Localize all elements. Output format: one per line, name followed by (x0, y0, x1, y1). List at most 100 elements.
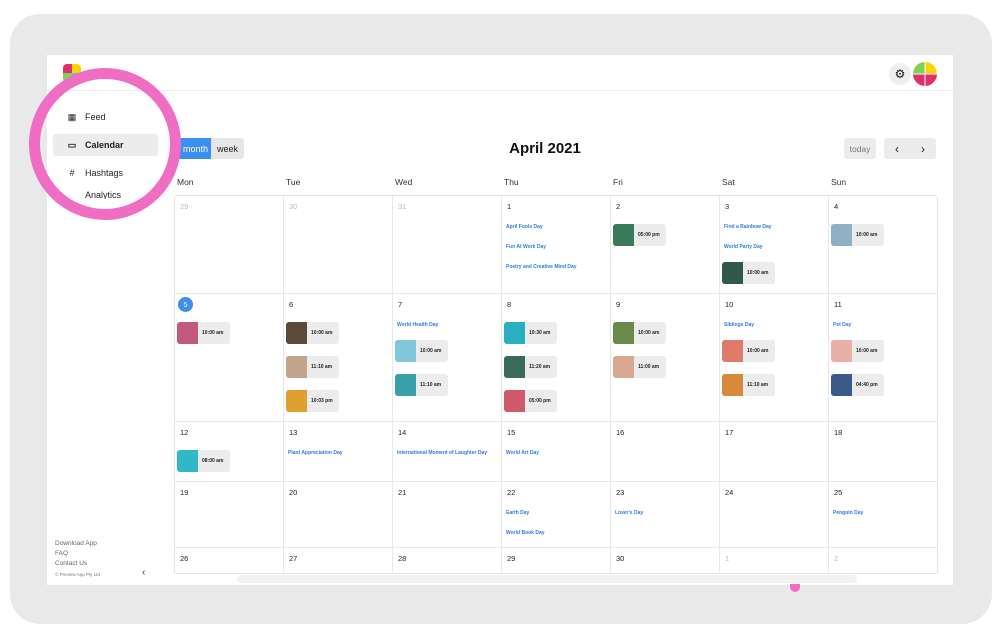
calendar-day-cell[interactable]: 27 (284, 548, 393, 573)
calendar-day-cell[interactable]: 4 10:00 am (829, 196, 937, 294)
calendar-day-cell[interactable]: 25 Penguin Day (829, 482, 937, 548)
post-time: 10:00 am (311, 330, 333, 336)
scheduled-post[interactable]: 10:00 am (395, 340, 448, 362)
calendar-day-cell[interactable]: 1 April Fools Day Fun At Work Day Poetry an… (502, 196, 611, 294)
post-time: 10:00 am (638, 330, 660, 336)
download-app-link[interactable]: Download App (55, 540, 97, 547)
calendar-day-cell[interactable]: 13 Plant Appreciation Day (284, 422, 393, 482)
scheduled-post[interactable]: 04:40 pm (831, 374, 884, 396)
calendar-day-cell[interactable]: 15 World Art Day (502, 422, 611, 482)
day-number: 22 (507, 488, 516, 497)
calendar-day-cell[interactable]: 24 (720, 482, 829, 548)
calendar-day-cell[interactable]: 16 (611, 422, 720, 482)
scheduled-post[interactable]: 10:00 am (613, 322, 666, 344)
calendar-day-cell[interactable]: 3 Find a Rainbow Day World Party Day 10:00 … (720, 196, 829, 294)
calendar-day-cell[interactable]: 26 (175, 548, 284, 573)
holiday-event-label[interactable]: Plant Appreciation Day (288, 450, 343, 456)
calendar-day-cell[interactable]: 8 10:30 am 11:20 am 05:00 pm (502, 294, 611, 422)
holiday-event-label[interactable]: International Moment of Laughter Day (397, 450, 487, 456)
post-time: 10:30 am (529, 330, 551, 336)
holiday-event-label[interactable]: Earth Day (506, 510, 529, 516)
calendar-day-cell[interactable]: 20 (284, 482, 393, 548)
holiday-event-label[interactable]: Poetry and Creative Mind Day (506, 264, 577, 270)
calendar-day-cell[interactable]: 9 10:00 am 11:00 am (611, 294, 720, 422)
scheduled-post[interactable]: 11:00 am (613, 356, 666, 378)
day-number: 23 (616, 488, 625, 497)
holiday-event-label[interactable]: World Art Day (506, 450, 539, 456)
calendar-day-cell[interactable]: 2 (829, 548, 937, 573)
chevron-right-icon[interactable]: › (910, 138, 936, 159)
calendar-day-cell[interactable]: 12 08:00 am (175, 422, 284, 482)
holiday-event-label[interactable]: Penguin Day (833, 510, 863, 516)
faq-link[interactable]: FAQ (55, 550, 68, 557)
post-thumbnail (395, 340, 416, 362)
post-time: 05:00 pm (638, 232, 660, 238)
post-time: 10:00 am (747, 270, 769, 276)
holiday-event-label[interactable]: Siblings Day (724, 322, 754, 328)
day-number: 6 (289, 300, 294, 309)
scheduled-post[interactable]: 08:00 am (177, 450, 230, 472)
holiday-event-label[interactable]: World Book Day (506, 530, 545, 536)
day-number: 30 (616, 554, 625, 563)
scheduled-post[interactable]: 10:00 am (831, 224, 884, 246)
scheduled-post[interactable]: 10:30 am (504, 322, 557, 344)
calendar-day-cell[interactable]: 23 Lover's Day (611, 482, 720, 548)
holiday-event-label[interactable]: April Fools Day (506, 224, 543, 230)
day-number: 26 (180, 554, 189, 563)
holiday-event-label[interactable]: Find a Rainbow Day (724, 224, 772, 230)
day-number: 31 (398, 202, 407, 211)
scheduled-post[interactable]: 10:00 am (286, 322, 339, 344)
calendar-day-cell[interactable]: 19 (175, 482, 284, 548)
calendar-day-cell[interactable]: 5 10:00 am (175, 294, 284, 422)
scheduled-post[interactable]: 11:10 am (722, 374, 775, 396)
calendar-day-cell[interactable]: 21 (393, 482, 502, 548)
today-button[interactable]: today (844, 138, 876, 159)
copyright-text: © Preview App Pty Ltd (55, 572, 100, 577)
scheduled-post[interactable]: 05:00 pm (613, 224, 666, 246)
calendar-day-cell[interactable]: 11 Pet Day 10:00 am 04:40 pm (829, 294, 937, 422)
calendar-day-cell[interactable]: 2 05:00 pm (611, 196, 720, 294)
chevron-left-icon[interactable]: ‹ (884, 138, 910, 159)
post-thumbnail (613, 224, 634, 246)
holiday-event-label[interactable]: Fun At Work Day (506, 244, 546, 250)
holiday-event-label[interactable]: Pet Day (833, 322, 851, 328)
calendar-day-cell[interactable]: 30 (611, 548, 720, 573)
calendar-day-cell[interactable]: 18 (829, 422, 937, 482)
calendar-day-cell[interactable]: 17 (720, 422, 829, 482)
scheduled-post[interactable]: 11:20 am (504, 356, 557, 378)
scheduled-post[interactable]: 10:00 am (722, 340, 775, 362)
calendar-day-cell[interactable]: 22 Earth Day World Book Day (502, 482, 611, 548)
calendar-day-cell[interactable]: 30 (284, 196, 393, 294)
scheduled-post[interactable]: 10:00 am (831, 340, 884, 362)
post-thumbnail (613, 356, 634, 378)
chevron-left-icon[interactable]: ‹ (142, 567, 145, 578)
calendar-day-cell[interactable]: 31 (393, 196, 502, 294)
holiday-event-label[interactable]: World Party Day (724, 244, 763, 250)
calendar-day-cell[interactable]: 6 10:00 am 11:10 am 10:03 pm (284, 294, 393, 422)
scheduled-post[interactable]: 11:10 am (286, 356, 339, 378)
calendar-day-cell[interactable]: 29 (502, 548, 611, 573)
post-time: 11:20 am (529, 364, 551, 370)
calendar-day-cell[interactable]: 10 Siblings Day 10:00 am 11:10 am (720, 294, 829, 422)
holiday-event-label[interactable]: Lover's Day (615, 510, 643, 516)
weekday-label: Mon (177, 177, 194, 187)
scheduled-post[interactable]: 05:00 pm (504, 390, 557, 412)
calendar-day-cell[interactable]: 1 (720, 548, 829, 573)
post-thumbnail (286, 356, 307, 378)
contact-us-link[interactable]: Contact Us (55, 560, 87, 567)
day-number: 12 (180, 428, 189, 437)
calendar-day-cell[interactable]: 29 (175, 196, 284, 294)
weekday-label: Tue (286, 177, 301, 187)
scheduled-post[interactable]: 11:10 am (395, 374, 448, 396)
scheduled-post[interactable]: 10:00 am (722, 262, 775, 284)
scheduled-post[interactable]: 10:00 am (177, 322, 230, 344)
calendar-day-cell[interactable]: 7 World Health Day 10:00 am 11:10 am (393, 294, 502, 422)
holiday-event-label[interactable]: World Health Day (397, 322, 438, 328)
settings-gear-icon[interactable]: ⚙ (889, 63, 911, 85)
scheduled-post[interactable]: 10:03 pm (286, 390, 339, 412)
calendar-day-cell[interactable]: 28 (393, 548, 502, 573)
calendar-day-cell[interactable]: 14 International Moment of Laughter Day (393, 422, 502, 482)
post-time: 11:10 am (747, 382, 769, 388)
user-avatar[interactable] (913, 62, 937, 86)
post-time: 11:10 am (311, 364, 333, 370)
